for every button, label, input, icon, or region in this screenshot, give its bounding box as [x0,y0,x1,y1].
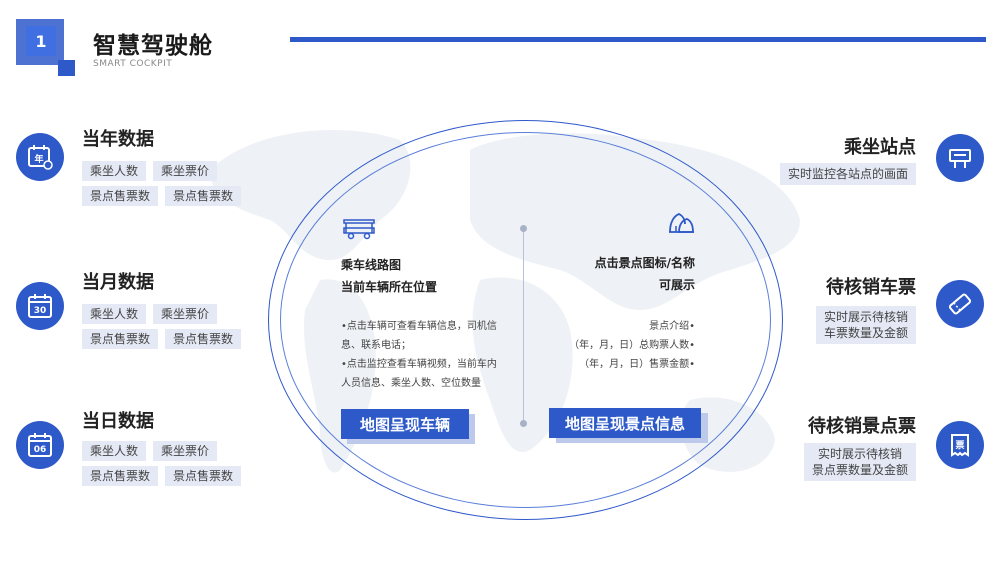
pending-spot-ticket-section: 票 待核销景点票 实时展示待核销 景点票数量及金额 [744,410,984,490]
tag-ride-fare: 乘坐票价 [153,441,218,461]
map-vehicles-button[interactable]: 地图呈现车辆 [341,409,469,439]
center-divider [523,228,524,424]
tag-ride-count: 乘坐人数 [82,304,147,324]
month-data-title: 当月数据 [82,272,154,293]
page-subtitle: SMART COCKPIT [93,59,173,69]
tag-spot-tickets: 景点售票数 [82,466,159,486]
day-data-title: 当日数据 [82,411,154,432]
header-divider-bar [290,37,986,42]
station-sign-icon [936,134,984,182]
divider-dot-top [520,225,527,232]
svg-text:年: 年 [34,153,43,165]
page-title: 智慧驾驶舱 [93,33,213,59]
calendar-month-number: 30 [34,306,47,316]
tag-spot-tickets: 景点售票数 [82,329,159,349]
tag-ride-count: 乘坐人数 [82,161,147,181]
calendar-month-icon: 30 [16,282,64,330]
station-desc: 实时监控各站点的画面 [779,163,916,185]
station-section: 乘坐站点 实时监控各站点的画面 [744,130,984,190]
pending-ticket-title: 待核销车票 [826,277,916,298]
vehicle-info-body: •点击车辆可查看车辆信息，司机信 息、联系电话； •点击监控查看车辆视频，当前车… [341,321,497,389]
scenic-spot-icon [669,213,694,233]
divider-dot-bottom [520,420,527,427]
pending-spot-ticket-desc: 实时展示待核销 景点票数量及金额 [803,443,916,481]
year-data-title: 当年数据 [82,129,154,150]
vehicle-route-title: 乘车线路图 当前车辆所在位置 [341,258,438,294]
tag-ride-fare: 乘坐票价 [153,161,218,181]
scenic-spot-body: 景点介绍• （年，月，日）总购票人数• （年，月，日）售票金额• [569,321,695,370]
receipt-icon-label: 票 [955,439,964,451]
tag-spot-tickets: 景点售票数 [82,186,159,206]
calendar-day-number: 06 [34,445,47,455]
tag-spot-tickets: 景点售票数 [165,186,242,206]
tour-cart-icon [343,219,375,240]
ticket-icon [936,280,984,328]
map-scenic-spots-button[interactable]: 地图呈现景点信息 [549,408,701,438]
receipt-icon: 票 [936,421,984,469]
pending-spot-ticket-title: 待核销景点票 [808,416,916,437]
tag-spot-tickets: 景点售票数 [165,466,242,486]
header-decor-small-square [58,60,75,76]
pending-ticket-desc: 实时展示待核销 车票数量及金额 [815,306,916,344]
calendar-day-icon: 06 [16,421,64,469]
scenic-spot-title: 点击景点图标/名称 可展示 [594,256,695,292]
tag-ride-fare: 乘坐票价 [153,304,218,324]
calendar-year-icon: 年 [16,133,64,181]
tag-ride-count: 乘坐人数 [82,441,147,461]
station-title: 乘坐站点 [844,137,916,158]
tag-spot-tickets: 景点售票数 [165,329,242,349]
section-number-badge: 1 [26,26,56,56]
